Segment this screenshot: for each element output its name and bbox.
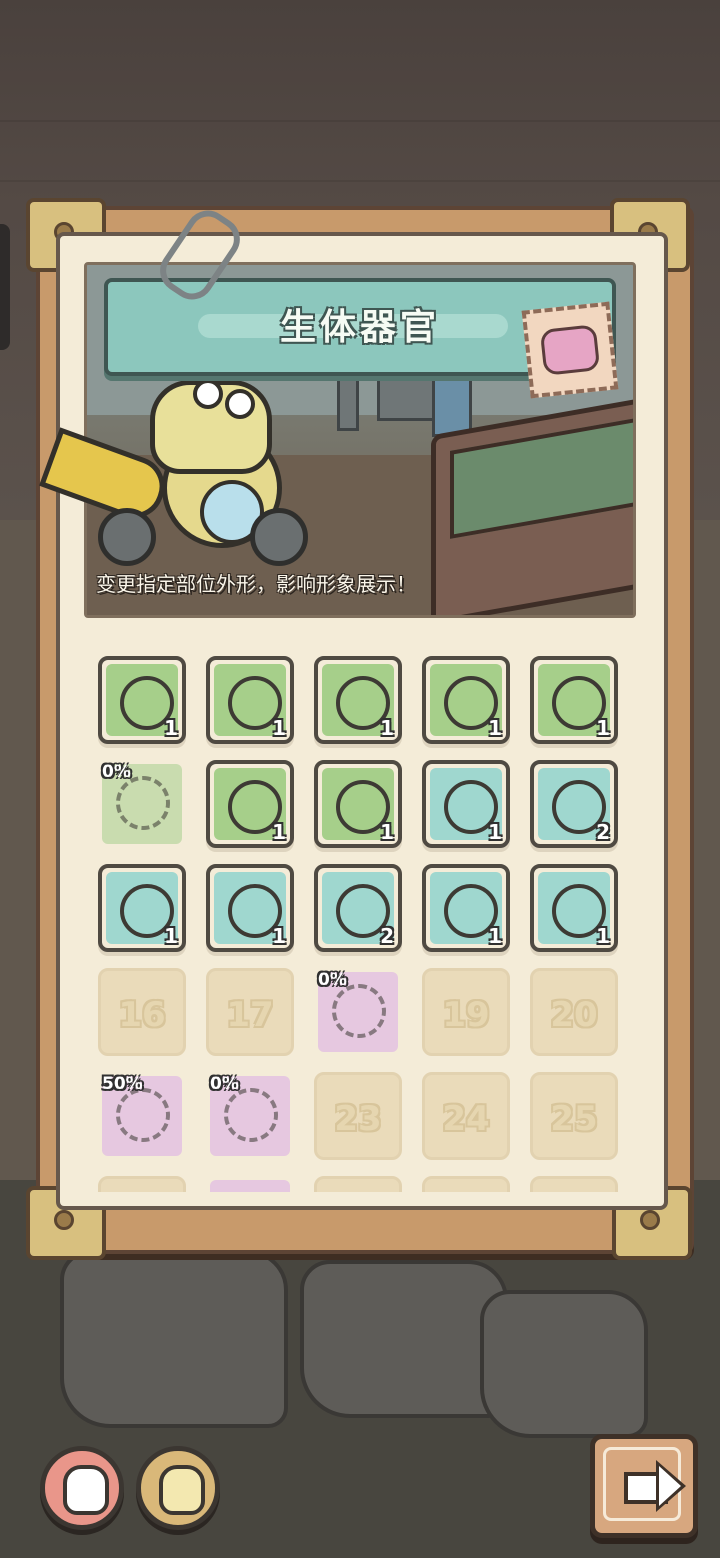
map-scrap-icon bbox=[116, 776, 170, 830]
smiley-creature-button[interactable] bbox=[136, 1446, 220, 1530]
background-rock bbox=[480, 1290, 648, 1438]
organ-slot bbox=[422, 1176, 510, 1192]
arrow-right-icon-fill bbox=[659, 1466, 681, 1506]
brain-eye-icon bbox=[116, 1088, 170, 1142]
organ-slot[interactable]: 1 bbox=[314, 760, 402, 848]
slot-number: 25 bbox=[550, 1099, 598, 1139]
collect-progress: 50% bbox=[102, 1074, 143, 1094]
slot-number: 19 bbox=[442, 995, 490, 1035]
organ-slot[interactable]: 0% bbox=[98, 760, 186, 848]
background-rock bbox=[60, 1250, 288, 1428]
side-edge-tab bbox=[0, 224, 10, 350]
collect-progress: 0% bbox=[210, 1074, 239, 1094]
organ-slot[interactable]: 50% bbox=[98, 1072, 186, 1160]
banner-description: 变更指定部位外形，影响形象展示！ bbox=[96, 572, 416, 596]
item-count: 2 bbox=[380, 924, 394, 948]
organ-slot[interactable]: 2 bbox=[530, 760, 618, 848]
item-count: 1 bbox=[596, 716, 610, 740]
organ-slot[interactable] bbox=[206, 1176, 294, 1192]
background-stripe bbox=[0, 120, 720, 122]
slot-number: 24 bbox=[442, 1099, 490, 1139]
item-count: 1 bbox=[380, 716, 394, 740]
organ-slot[interactable]: 0% bbox=[314, 968, 402, 1056]
item-count: 1 bbox=[272, 924, 286, 948]
organ-slot: 23 bbox=[314, 1072, 402, 1160]
item-count: 1 bbox=[488, 820, 502, 844]
scene-barrel bbox=[432, 375, 472, 437]
crystal-ring-icon bbox=[224, 1088, 278, 1142]
item-count: 1 bbox=[380, 820, 394, 844]
collect-progress: 0% bbox=[102, 762, 131, 782]
organ-slot[interactable]: 1 bbox=[98, 656, 186, 744]
collect-progress: 0% bbox=[318, 970, 347, 990]
item-count: 1 bbox=[596, 924, 610, 948]
background-rock bbox=[300, 1260, 508, 1418]
slot-number: 20 bbox=[550, 995, 598, 1035]
organ-slot[interactable]: 1 bbox=[206, 760, 294, 848]
item-count: 1 bbox=[164, 716, 178, 740]
creature-eye bbox=[193, 379, 223, 409]
item-count: 2 bbox=[596, 820, 610, 844]
background-stripe bbox=[0, 180, 720, 182]
organ-grid[interactable]: 1 1 1 1 1 0% 1 1 1 2 1 1 2 1 1 16 17 0% 19 20 50% 0% 23 24 25 bbox=[94, 652, 624, 1192]
lab-machine-tank bbox=[450, 417, 633, 539]
organ-slot[interactable]: 0% bbox=[206, 1072, 294, 1160]
organ-slot: 16 bbox=[98, 968, 186, 1056]
item-count: 1 bbox=[488, 924, 502, 948]
slot-number: 23 bbox=[334, 1099, 382, 1139]
organ-slot[interactable]: 1 bbox=[314, 656, 402, 744]
organ-stamp-icon bbox=[521, 301, 619, 399]
organ-slot[interactable]: 1 bbox=[422, 760, 510, 848]
slot-background bbox=[210, 1180, 290, 1192]
organ-slot: 25 bbox=[530, 1072, 618, 1160]
slot-number: 16 bbox=[118, 995, 166, 1035]
organ-slot[interactable]: 1 bbox=[422, 864, 510, 952]
organ-slot: 19 bbox=[422, 968, 510, 1056]
organ-slot[interactable]: 1 bbox=[98, 864, 186, 952]
organ-slot[interactable]: 1 bbox=[206, 864, 294, 952]
item-count: 1 bbox=[488, 716, 502, 740]
organ-slot: 17 bbox=[206, 968, 294, 1056]
organ-slot bbox=[98, 1176, 186, 1192]
item-count: 1 bbox=[164, 924, 178, 948]
smiley-creature-icon bbox=[159, 1465, 205, 1515]
slot-number: 17 bbox=[226, 995, 274, 1035]
organ-slot[interactable]: 1 bbox=[206, 656, 294, 744]
next-button-frame bbox=[603, 1447, 686, 1521]
organ-stamp-picture bbox=[539, 324, 601, 376]
creature-eye bbox=[225, 389, 255, 419]
creature-head bbox=[150, 379, 272, 474]
organ-slot bbox=[530, 1176, 618, 1192]
tentacle-device-icon bbox=[332, 984, 386, 1038]
organ-slot: 20 bbox=[530, 968, 618, 1056]
next-button[interactable] bbox=[590, 1434, 698, 1538]
organ-slot bbox=[314, 1176, 402, 1192]
organ-slot[interactable]: 2 bbox=[314, 864, 402, 952]
organ-slot[interactable]: 1 bbox=[530, 656, 618, 744]
creature-wheel bbox=[250, 508, 308, 566]
organ-slot[interactable]: 1 bbox=[530, 864, 618, 952]
organ-slot[interactable]: 1 bbox=[422, 656, 510, 744]
organ-slot: 24 bbox=[422, 1072, 510, 1160]
item-count: 1 bbox=[272, 820, 286, 844]
creature-wheel bbox=[98, 508, 156, 566]
organ-creature-icon bbox=[63, 1465, 109, 1515]
item-count: 1 bbox=[272, 716, 286, 740]
organ-creature-button[interactable] bbox=[40, 1446, 124, 1530]
